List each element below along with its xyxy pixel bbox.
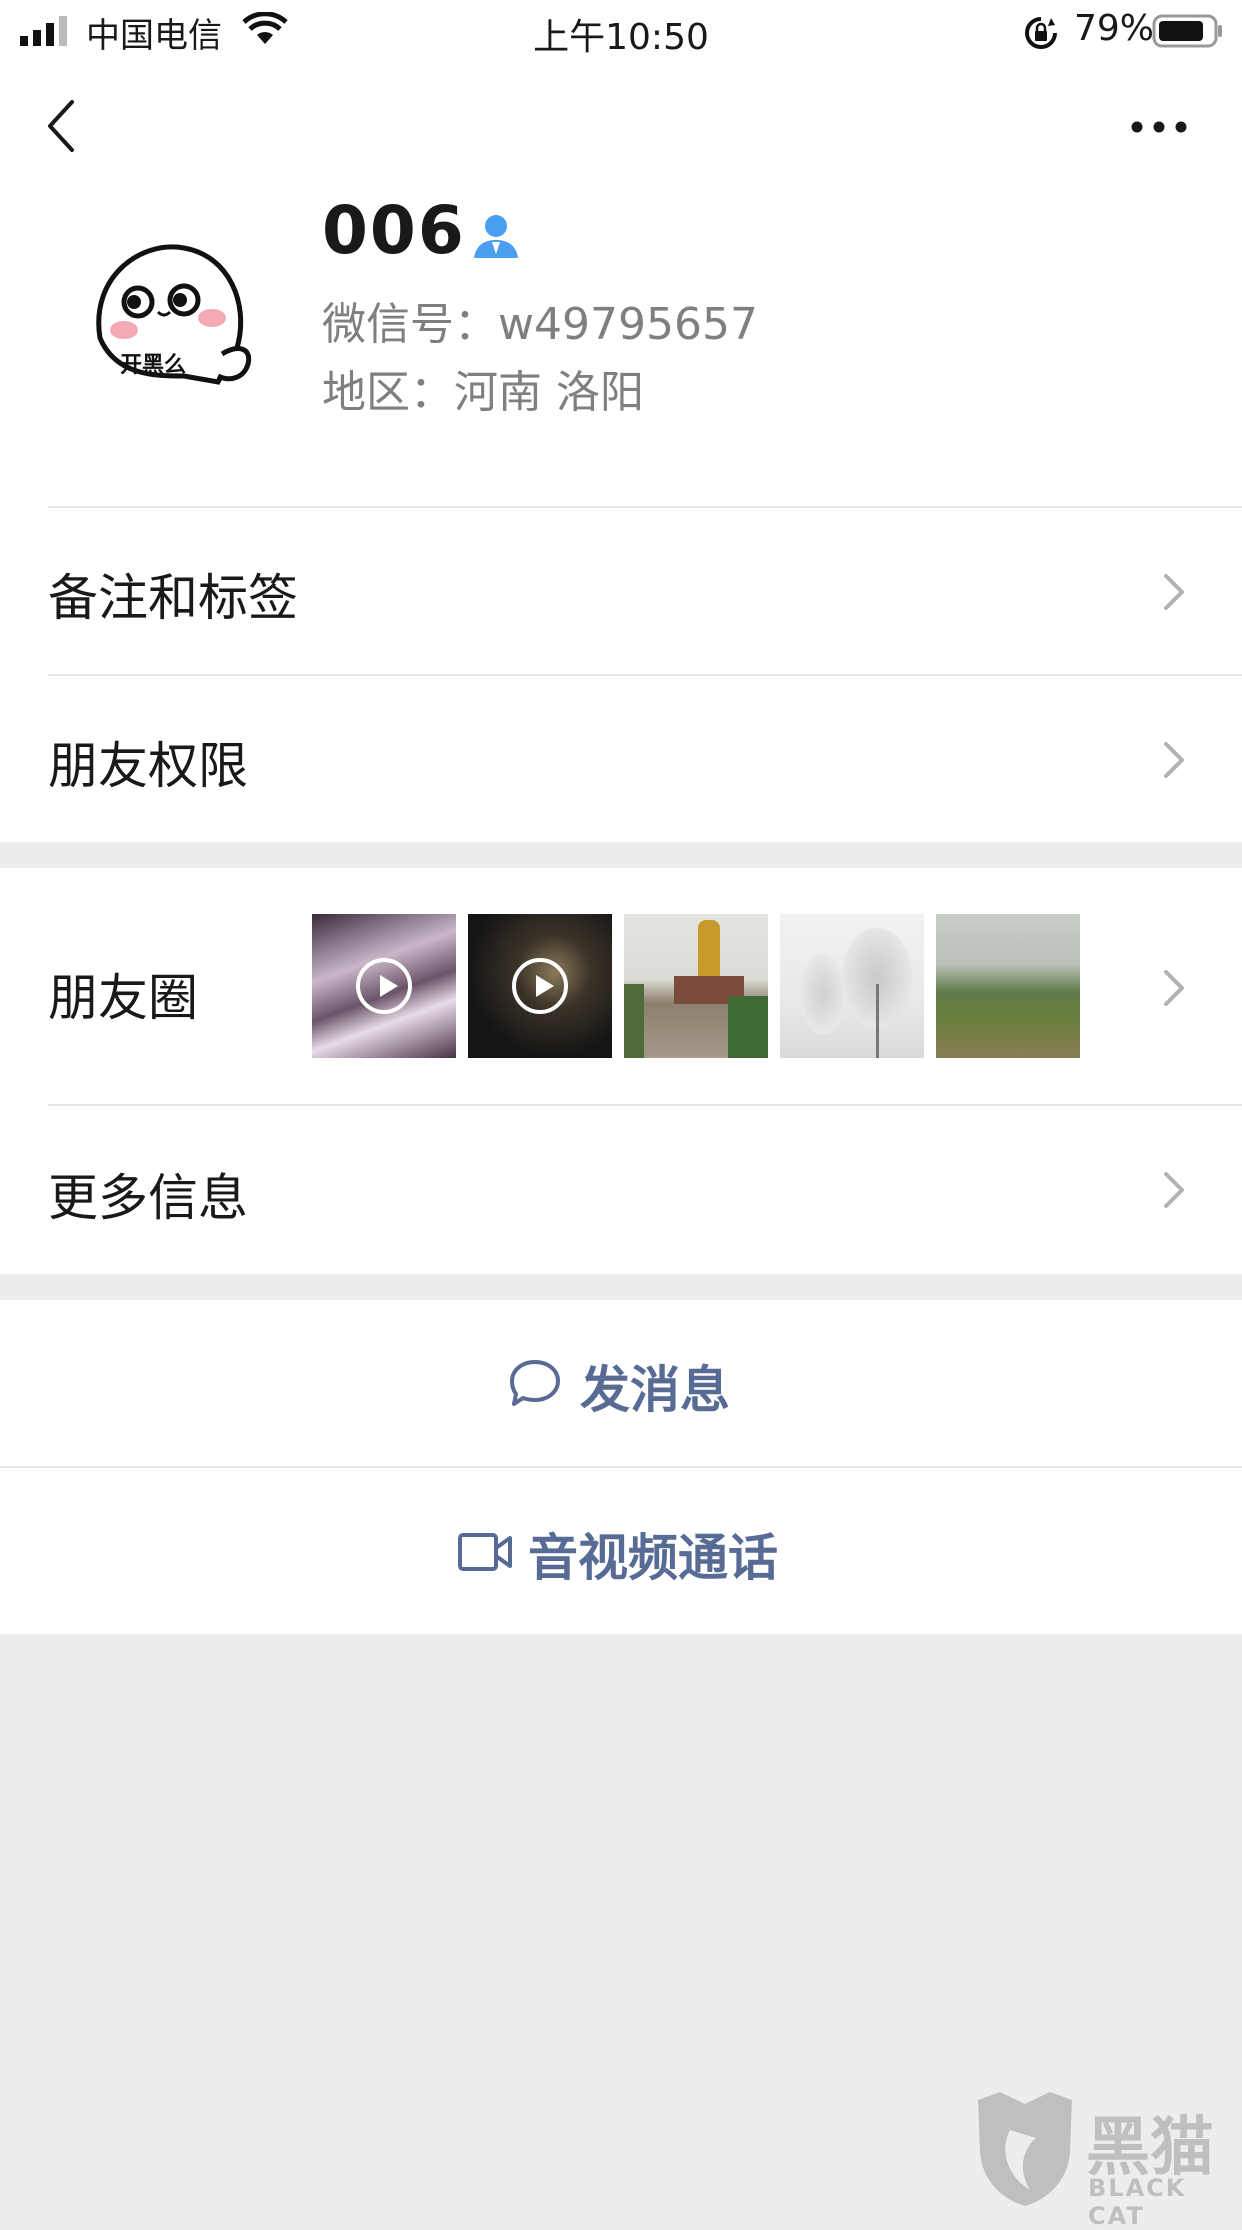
watermark-brand-en: BLACK CAT <box>1088 2174 1187 2230</box>
video-call-label: 音视频通话 <box>528 1529 778 1587</box>
moments-thumbnail-image[interactable] <box>936 914 1080 1058</box>
tree-shape <box>624 984 644 1058</box>
region: 地区：河南 洛阳 <box>322 367 644 418</box>
tree-shape <box>728 996 768 1058</box>
moments-thumbnail-video[interactable] <box>312 914 456 1058</box>
black-cat-logo-icon <box>978 2092 1072 2206</box>
chevron-right-icon <box>1164 1172 1184 1208</box>
moments-thumbnail-video[interactable] <box>468 914 612 1058</box>
chevron-right-icon <box>1164 574 1184 610</box>
profile-header: 中国电信 上午10:50 79% 开黑么 006 微信号：w49795657 地… <box>0 0 1242 508</box>
video-call-button[interactable]: 音视频通话 <box>0 1468 1242 1634</box>
chevron-right-icon <box>1164 970 1184 1006</box>
profile-name: 006 <box>322 192 466 269</box>
play-icon <box>356 958 412 1014</box>
more-button[interactable] <box>1130 112 1188 142</box>
chevron-right-icon <box>1164 742 1184 778</box>
snowy-tree-shape <box>800 954 846 1034</box>
black-cat-watermark: 黑猫 BLACK CAT <box>970 2090 1242 2230</box>
wechat-id: 微信号：w49795657 <box>322 299 758 350</box>
avatar-face-image: 开黑么 <box>96 244 252 385</box>
settings-group: 备注和标签 朋友权限 <box>0 452 1242 842</box>
moments-label: 朋友圈 <box>48 969 198 1027</box>
back-button[interactable] <box>42 98 86 154</box>
contact-person-icon <box>474 215 518 258</box>
remarks-label: 备注和标签 <box>48 569 298 627</box>
send-message-label: 发消息 <box>580 1361 730 1419</box>
avatar-caption: 开黑么 <box>120 353 186 378</box>
moments-thumbnail-image[interactable] <box>624 914 768 1058</box>
avatar[interactable]: 开黑么 <box>72 226 268 422</box>
play-icon <box>512 958 568 1014</box>
moments-thumbnail-image[interactable] <box>780 914 924 1058</box>
chat-bubble-icon <box>510 1360 560 1406</box>
permissions-label: 朋友权限 <box>48 737 248 795</box>
remarks-row[interactable]: 备注和标签 <box>0 508 1242 674</box>
battery-icon <box>1152 14 1222 48</box>
trunk-shape <box>876 984 879 1058</box>
battery-percent: 79% <box>1074 8 1155 49</box>
permissions-row[interactable]: 朋友权限 <box>0 676 1242 842</box>
more-info-row[interactable]: 更多信息 <box>0 1106 1242 1274</box>
send-message-button[interactable]: 发消息 <box>0 1300 1242 1466</box>
statue-shape <box>698 920 720 978</box>
more-info-label: 更多信息 <box>48 1169 248 1227</box>
video-camera-icon <box>458 1533 512 1571</box>
rotation-lock-icon <box>1025 17 1057 49</box>
status-bar: 中国电信 上午10:50 79% <box>0 0 1242 62</box>
